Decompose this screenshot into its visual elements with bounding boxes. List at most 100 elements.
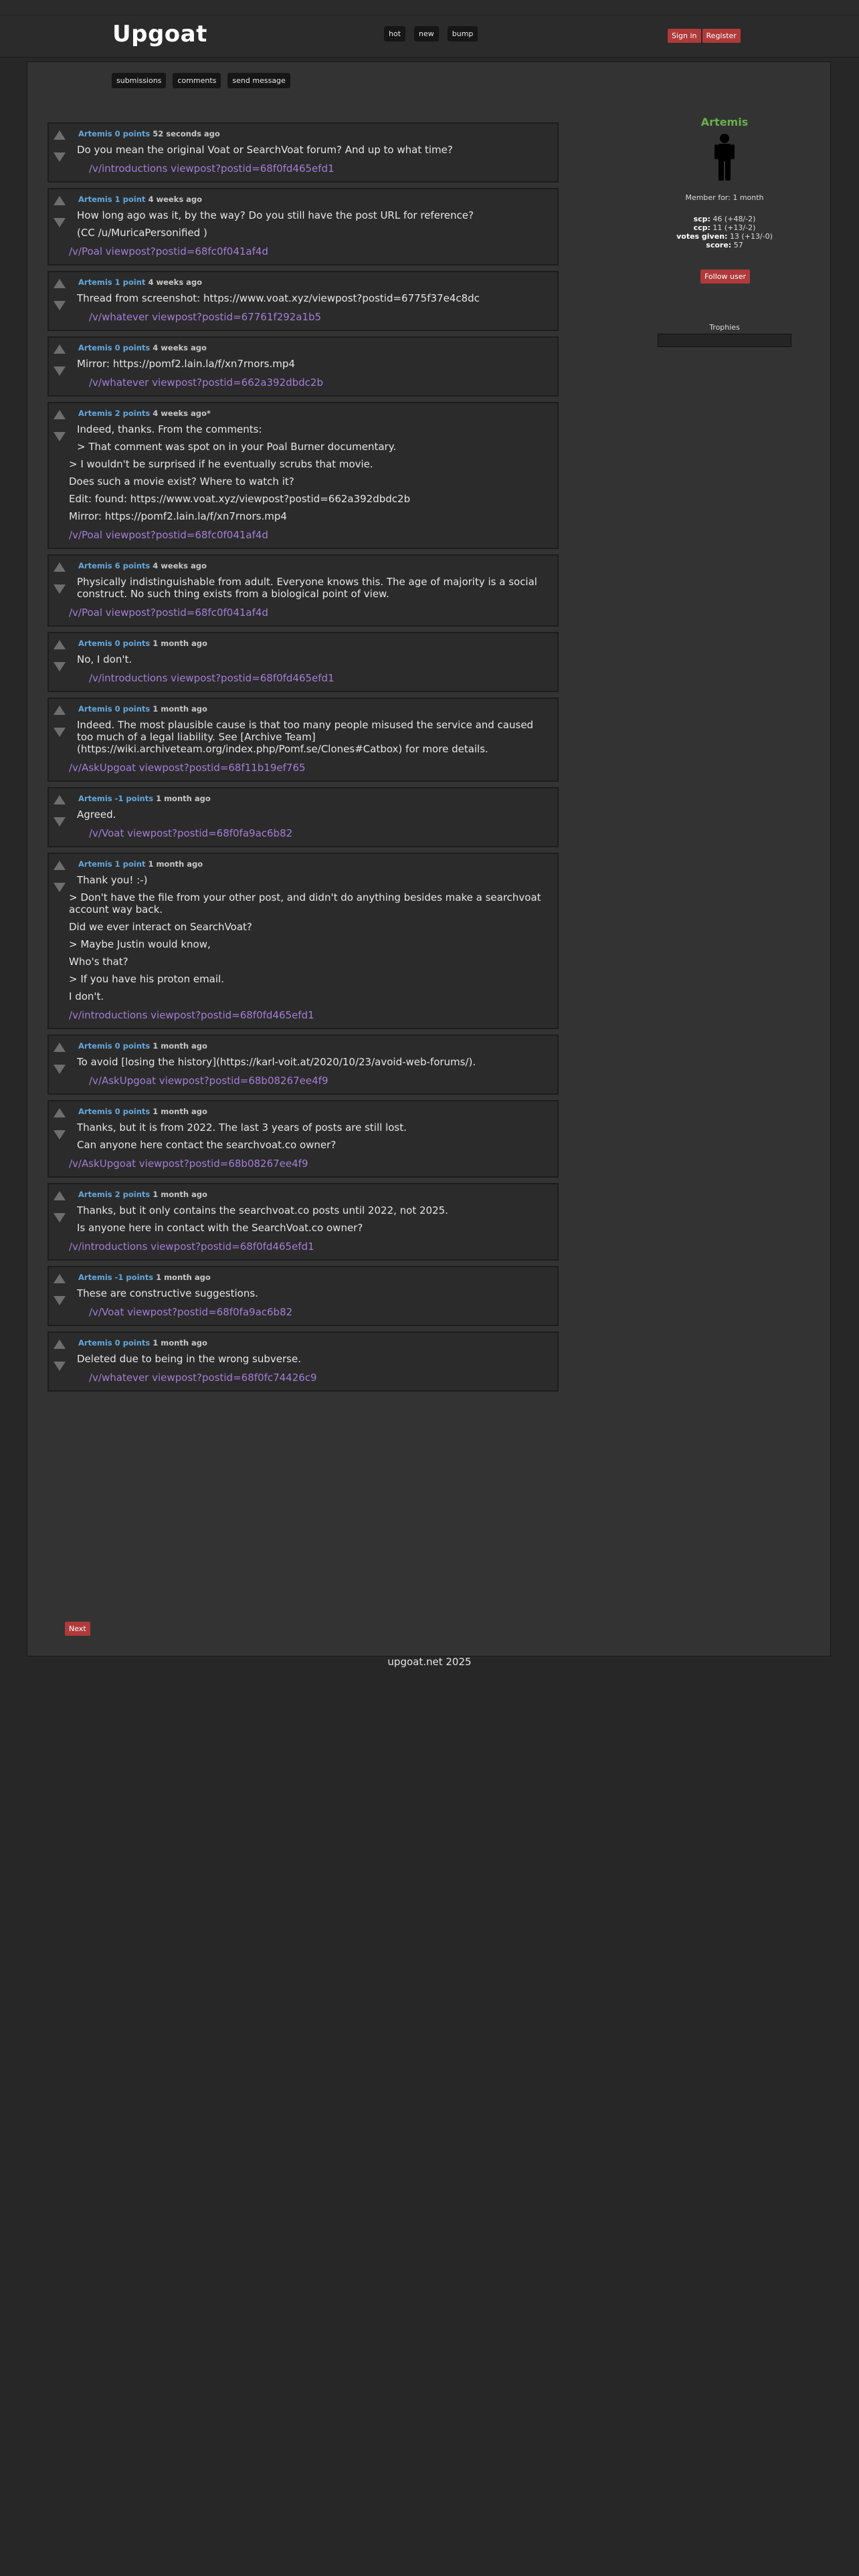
comment-author[interactable]: Artemis	[78, 409, 112, 418]
comment-card: Artemis 1 point 1 month ago Thank you! :-…	[47, 853, 559, 1029]
comment-meta: Artemis 0 points 1 month ago	[78, 1107, 548, 1116]
comment-text: > That comment was spot on in your Poal …	[77, 441, 397, 453]
comment-permalink[interactable]: /v/AskUpgoat viewpost?postid=68b08267ee4…	[69, 1158, 548, 1170]
comment-text: Do you mean the original Voat or SearchV…	[77, 144, 453, 156]
downvote-arrow-icon[interactable]	[54, 662, 66, 671]
comment-text: I don't.	[69, 990, 104, 1002]
score-value: 57	[733, 241, 743, 249]
downvote-arrow-icon[interactable]	[54, 883, 66, 892]
downvote-arrow-icon[interactable]	[54, 432, 66, 441]
comment-author[interactable]: Artemis	[78, 704, 112, 714]
ccp-value: 11 (+13/-2)	[712, 223, 756, 232]
comment-text: Mirror: https://pomf2.lain.la/f/xn7rnors…	[77, 358, 295, 370]
upvote-arrow-icon[interactable]	[54, 861, 66, 870]
tab-comments[interactable]: comments	[173, 73, 221, 88]
comment-permalink[interactable]: /v/Voat viewpost?postid=68f0fa9ac6b82	[89, 1306, 548, 1318]
downvote-arrow-icon[interactable]	[54, 218, 66, 227]
downvote-arrow-icon[interactable]	[54, 1296, 66, 1305]
vote-controls	[53, 795, 66, 839]
downvote-arrow-icon[interactable]	[54, 1130, 66, 1140]
trophies-box	[658, 334, 791, 347]
next-page-button[interactable]: Next	[65, 1622, 90, 1636]
upvote-arrow-icon[interactable]	[54, 562, 66, 572]
upvote-arrow-icon[interactable]	[54, 344, 66, 354]
comment-author[interactable]: Artemis	[78, 1190, 112, 1199]
upvote-arrow-icon[interactable]	[54, 279, 66, 288]
comment-author[interactable]: Artemis	[78, 1338, 112, 1348]
votes-given-label: votes given:	[676, 232, 728, 241]
profile-username[interactable]: Artemis	[644, 116, 805, 128]
comment-permalink[interactable]: /v/AskUpgoat viewpost?postid=68b08267ee4…	[89, 1075, 548, 1087]
comment-permalink[interactable]: /v/whatever viewpost?postid=67761f292a1b…	[89, 311, 548, 323]
comment-body: Artemis 6 points 4 weeks ago Physically i…	[49, 556, 557, 625]
comment-permalink[interactable]: /v/Poal viewpost?postid=68fc0f041af4d	[69, 529, 548, 541]
ccp-label: ccp:	[693, 223, 710, 232]
comment-time: 1 month ago	[153, 704, 207, 714]
nav-new[interactable]: new	[414, 26, 439, 41]
comment-body: Artemis 0 points 4 weeks ago Mirror: http…	[49, 338, 557, 395]
comment-permalink[interactable]: /v/AskUpgoat viewpost?postid=68f11b19ef7…	[69, 762, 548, 774]
downvote-arrow-icon[interactable]	[54, 366, 66, 376]
comment-author[interactable]: Artemis	[78, 639, 112, 648]
comment-author[interactable]: Artemis	[78, 794, 112, 803]
comment-time: 4 weeks ago*	[153, 409, 211, 418]
comment-permalink[interactable]: /v/introductions viewpost?postid=68f0fd4…	[89, 163, 548, 175]
upvote-arrow-icon[interactable]	[54, 1339, 66, 1349]
comment-card: Artemis 0 points 1 month ago Deleted due …	[47, 1331, 559, 1392]
site-logo[interactable]: Upgoat	[112, 21, 207, 47]
downvote-arrow-icon[interactable]	[54, 817, 66, 827]
comment-author[interactable]: Artemis	[78, 859, 112, 869]
downvote-arrow-icon[interactable]	[54, 1065, 66, 1074]
comment-permalink[interactable]: /v/whatever viewpost?postid=68f0fc74426c…	[89, 1372, 548, 1384]
comment-author[interactable]: Artemis	[78, 1107, 112, 1116]
comment-text: Physically indistinguishable from adult.…	[77, 576, 537, 600]
upvote-arrow-icon[interactable]	[54, 130, 66, 140]
tab-submissions[interactable]: submissions	[112, 73, 167, 88]
upvote-arrow-icon[interactable]	[54, 1043, 66, 1052]
score-label: score:	[706, 241, 732, 249]
downvote-arrow-icon[interactable]	[54, 728, 66, 737]
comment-permalink[interactable]: /v/Voat viewpost?postid=68f0fa9ac6b82	[89, 827, 548, 839]
upvote-arrow-icon[interactable]	[54, 640, 66, 649]
comment-permalink[interactable]: /v/introductions viewpost?postid=68f0fd4…	[89, 672, 548, 684]
upvote-arrow-icon[interactable]	[54, 1108, 66, 1117]
comment-permalink[interactable]: /v/introductions viewpost?postid=68f0fd4…	[69, 1241, 548, 1253]
send-message-button[interactable]: send message	[227, 73, 290, 88]
comment-permalink[interactable]: /v/Poal viewpost?postid=68fc0f041af4d	[69, 245, 548, 257]
comment-author[interactable]: Artemis	[78, 195, 112, 204]
follow-user-button[interactable]: Follow user	[700, 270, 750, 284]
vote-controls	[53, 196, 66, 240]
nav-hot[interactable]: hot	[384, 26, 406, 41]
comment-author[interactable]: Artemis	[78, 1041, 112, 1051]
sign-in-button[interactable]: Sign in	[668, 29, 701, 43]
nav-bump[interactable]: bump	[447, 26, 478, 41]
downvote-arrow-icon[interactable]	[54, 1213, 66, 1222]
upvote-arrow-icon[interactable]	[54, 196, 66, 205]
downvote-arrow-icon[interactable]	[54, 301, 66, 310]
user-stats: scp: 46 (+48/-2) ccp: 11 (+13/-2) votes …	[644, 215, 805, 249]
comment-text: Mirror: https://pomf2.lain.la/f/xn7rnors…	[69, 510, 287, 522]
comment-points: 0 points	[114, 1107, 151, 1116]
comment-permalink[interactable]: /v/Poal viewpost?postid=68fc0f041af4d	[69, 607, 548, 619]
comment-author[interactable]: Artemis	[78, 278, 112, 287]
upvote-arrow-icon[interactable]	[54, 706, 66, 715]
downvote-arrow-icon[interactable]	[54, 1362, 66, 1371]
comment-author[interactable]: Artemis	[78, 561, 112, 570]
vote-controls	[53, 1339, 66, 1384]
vote-controls	[53, 1108, 66, 1152]
upvote-arrow-icon[interactable]	[54, 795, 66, 804]
scp-value: 46 (+48/-2)	[712, 215, 756, 223]
comment-author[interactable]: Artemis	[78, 343, 112, 352]
comment-text: > If you have his proton email.	[69, 973, 224, 985]
comment-author[interactable]: Artemis	[78, 1273, 112, 1282]
downvote-arrow-icon[interactable]	[54, 152, 66, 162]
comment-time: 1 month ago	[148, 859, 203, 869]
comment-author[interactable]: Artemis	[78, 129, 112, 138]
downvote-arrow-icon[interactable]	[54, 584, 66, 594]
upvote-arrow-icon[interactable]	[54, 410, 66, 419]
comment-permalink[interactable]: /v/whatever viewpost?postid=662a392dbdc2…	[89, 377, 548, 389]
upvote-arrow-icon[interactable]	[54, 1191, 66, 1200]
comment-permalink[interactable]: /v/introductions viewpost?postid=68f0fd4…	[69, 1009, 548, 1021]
upvote-arrow-icon[interactable]	[54, 1274, 66, 1283]
register-button[interactable]: Register	[702, 29, 741, 43]
